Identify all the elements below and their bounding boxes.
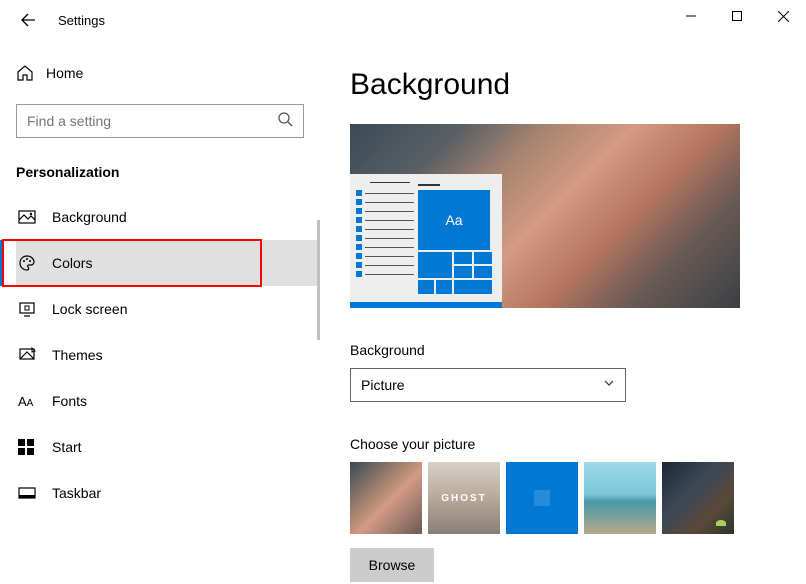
preview-sample-text: Aa [418,190,490,250]
back-arrow-icon [20,12,36,28]
sidebar-item-start[interactable]: Start [16,424,320,470]
sidebar-item-label: Colors [52,255,92,271]
close-button[interactable] [760,0,806,32]
fonts-icon: AA [16,394,52,409]
picture-thumbnail-4[interactable] [584,462,656,534]
picture-thumbnails: GHOST [350,462,806,534]
home-nav[interactable]: Home [16,54,320,92]
back-button[interactable] [14,6,42,34]
themes-icon [16,346,52,364]
sidebar-item-taskbar[interactable]: Taskbar [16,470,320,516]
minimize-button[interactable] [668,0,714,32]
minimize-icon [686,11,696,21]
search-box[interactable] [16,104,304,138]
choose-picture-label: Choose your picture [350,436,806,452]
sidebar-item-label: Start [52,439,82,455]
background-type-dropdown[interactable]: Picture [350,368,626,402]
sidebar-item-lock-screen[interactable]: Lock screen [16,286,320,332]
sidebar-item-label: Background [52,209,127,225]
picture-thumbnail-2[interactable]: GHOST [428,462,500,534]
titlebar: Settings [0,0,806,40]
sidebar-item-background[interactable]: Background [16,194,320,240]
sidebar-item-label: Lock screen [52,301,127,317]
sidebar-item-label: Taskbar [52,485,101,501]
picture-icon [16,208,52,226]
search-input[interactable] [27,113,277,129]
home-label: Home [46,65,83,81]
start-icon [16,439,52,455]
preview-window-mock: Aa [350,174,502,308]
background-field-label: Background [350,342,806,358]
maximize-icon [732,11,742,21]
close-icon [778,11,789,22]
picture-thumbnail-5[interactable] [662,462,734,534]
sidebar-scrollbar[interactable] [317,220,320,340]
maximize-button[interactable] [714,0,760,32]
dropdown-value: Picture [361,377,405,393]
picture-thumbnail-1[interactable] [350,462,422,534]
search-icon [277,111,293,132]
desktop-preview: Aa [350,124,740,308]
browse-button[interactable]: Browse [350,548,434,582]
home-icon [16,64,46,82]
lock-screen-icon [16,300,52,318]
sidebar-item-colors[interactable]: Colors [16,240,320,286]
sidebar: Home Personalization Background Colors [0,40,320,584]
page-title: Background [350,68,806,102]
taskbar-icon [16,484,52,502]
sidebar-item-label: Themes [52,347,103,363]
sidebar-item-label: Fonts [52,393,87,409]
picture-thumbnail-3[interactable] [506,462,578,534]
main-content: Background [320,40,806,584]
window-controls [668,0,806,32]
palette-icon [16,254,52,272]
window-title: Settings [58,13,105,28]
sidebar-item-themes[interactable]: Themes [16,332,320,378]
category-title: Personalization [16,164,320,180]
chevron-down-icon [603,376,615,394]
sidebar-item-fonts[interactable]: AA Fonts [16,378,320,424]
